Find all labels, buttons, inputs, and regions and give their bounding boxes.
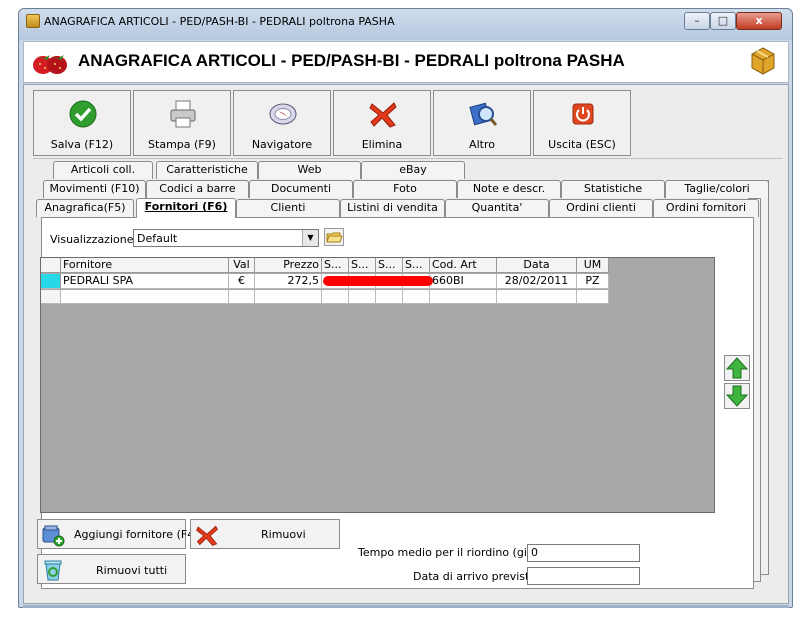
cell-data[interactable]: 28/02/2011 xyxy=(497,274,577,289)
tab-foto[interactable]: Foto xyxy=(353,180,457,198)
exit-button[interactable]: Uscita (ESC) xyxy=(533,90,631,156)
tab-fornitori[interactable]: Fornitori (F6) xyxy=(136,198,236,218)
minimize-button[interactable]: – xyxy=(684,12,710,30)
add-supplier-label: Aggiungi fornitore (F4) xyxy=(74,528,199,541)
move-down-button[interactable] xyxy=(724,383,750,409)
tab-caratteristiche[interactable]: Caratteristiche xyxy=(156,161,258,179)
tab-taglie-colori[interactable]: Taglie/colori xyxy=(665,180,769,198)
strawberry-icon xyxy=(33,55,67,74)
remove-label: Rimuovi xyxy=(261,528,306,541)
add-supplier-icon xyxy=(42,525,65,547)
delete-x-icon xyxy=(369,102,397,128)
tab-statistiche[interactable]: Statistiche xyxy=(561,180,665,198)
tab-documenti[interactable]: Documenti xyxy=(249,180,353,198)
other-button[interactable]: Altro xyxy=(433,90,531,156)
row-selector[interactable] xyxy=(41,274,61,289)
remove-all-label: Rimuovi tutti xyxy=(96,564,168,577)
arrival-date-input[interactable] xyxy=(527,567,640,585)
view-select-value: Default xyxy=(137,232,178,245)
other-label: Altro xyxy=(469,138,495,151)
printer-icon xyxy=(170,100,196,128)
close-button[interactable]: x xyxy=(736,12,782,30)
row-selector-new[interactable] xyxy=(41,290,61,304)
move-up-button[interactable] xyxy=(724,355,750,381)
recycle-bin-icon xyxy=(44,560,62,581)
cell-prezzo[interactable]: 272,5 xyxy=(255,274,322,289)
column-header[interactable]: S... xyxy=(376,258,403,273)
cell-cod-art[interactable]: 660BI xyxy=(430,274,497,289)
new-row-cell[interactable] xyxy=(403,290,430,304)
tab-ordini-clienti[interactable]: Ordini clienti xyxy=(549,199,653,217)
toolbar-divider xyxy=(33,158,783,159)
arrow-down-icon xyxy=(725,385,749,407)
chevron-down-icon[interactable]: ▼ xyxy=(302,230,318,246)
new-row-cell[interactable] xyxy=(349,290,376,304)
redaction-mark xyxy=(323,276,433,286)
delete-label: Elimina xyxy=(361,138,403,151)
navigator-label: Navigatore xyxy=(251,138,313,151)
tab-web[interactable]: Web xyxy=(258,161,361,179)
tab-ordini-fornitori[interactable]: Ordini fornitori xyxy=(653,199,759,217)
new-row-cell[interactable] xyxy=(376,290,403,304)
tab-clienti[interactable]: Clienti xyxy=(236,199,340,217)
power-icon xyxy=(572,103,594,125)
arrival-date-label: Data di arrivo prevista : xyxy=(413,570,544,583)
column-header[interactable]: Cod. Art xyxy=(430,258,497,273)
column-header[interactable]: Data xyxy=(497,258,577,273)
delete-button[interactable]: Elimina xyxy=(333,90,431,156)
delete-x-icon xyxy=(196,525,218,546)
cell-val[interactable]: € xyxy=(229,274,255,289)
page-title: ANAGRAFICA ARTICOLI - PED/PASH-BI - PEDR… xyxy=(78,51,625,70)
app-icon xyxy=(26,14,40,28)
new-row-cell[interactable] xyxy=(322,290,349,304)
save-button[interactable]: Salva (F12) xyxy=(33,90,131,156)
check-icon xyxy=(69,100,97,128)
arrow-up-icon xyxy=(725,357,749,379)
column-header[interactable]: Fornitore xyxy=(61,258,229,273)
folder-icon[interactable] xyxy=(324,228,344,246)
view-label: Visualizzazione : xyxy=(50,233,141,246)
package-box-icon xyxy=(751,47,775,75)
navigator-button[interactable]: Navigatore xyxy=(233,90,331,156)
grid-corner xyxy=(41,258,61,273)
add-supplier-button[interactable]: Aggiungi fornitore (F4) xyxy=(37,519,198,549)
maximize-button[interactable]: □ xyxy=(710,12,736,30)
window-bottom-border xyxy=(23,605,789,608)
column-header[interactable]: S... xyxy=(322,258,349,273)
new-row-cell[interactable] xyxy=(577,290,609,304)
new-row-cell[interactable] xyxy=(61,290,229,304)
save-label: Salva (F12) xyxy=(50,138,114,151)
new-row-cell[interactable] xyxy=(430,290,497,304)
tab-anagrafica[interactable]: Anagrafica(F5) xyxy=(36,199,134,217)
cell-um[interactable]: PZ xyxy=(577,274,609,289)
print-label: Stampa (F9) xyxy=(148,138,216,151)
tab-quantita[interactable]: Quantita' xyxy=(445,199,549,217)
new-row-cell[interactable] xyxy=(497,290,577,304)
magnifier-icon xyxy=(469,102,498,126)
column-header[interactable]: UM xyxy=(577,258,609,273)
print-button[interactable]: Stampa (F9) xyxy=(133,90,231,156)
column-header[interactable]: Val xyxy=(229,258,255,273)
remove-all-button[interactable]: Rimuovi tutti xyxy=(37,554,186,584)
tab-articoli-coll[interactable]: Articoli coll. xyxy=(53,161,153,179)
window-title: ANAGRAFICA ARTICOLI - PED/PASH-BI - PEDR… xyxy=(44,15,395,28)
tab-codici-barre[interactable]: Codici a barre xyxy=(146,180,249,198)
tab-movimenti[interactable]: Movimenti (F10) xyxy=(43,180,146,198)
remove-button[interactable]: Rimuovi xyxy=(190,519,340,549)
tab-note-descr[interactable]: Note e descr. xyxy=(457,180,561,198)
column-header[interactable]: S... xyxy=(403,258,430,273)
tab-listini-vendita[interactable]: Listini di vendita xyxy=(340,199,445,217)
tab-ebay[interactable]: eBay xyxy=(361,161,465,179)
column-header[interactable]: S... xyxy=(349,258,376,273)
exit-label: Uscita (ESC) xyxy=(548,138,616,151)
column-header[interactable]: Prezzo xyxy=(255,258,322,273)
reorder-time-input[interactable]: 0 xyxy=(527,544,640,562)
new-row-cell[interactable] xyxy=(255,290,322,304)
cell-fornitore[interactable]: PEDRALI SPA xyxy=(61,274,229,289)
compass-icon xyxy=(269,103,297,125)
new-row-cell[interactable] xyxy=(229,290,255,304)
